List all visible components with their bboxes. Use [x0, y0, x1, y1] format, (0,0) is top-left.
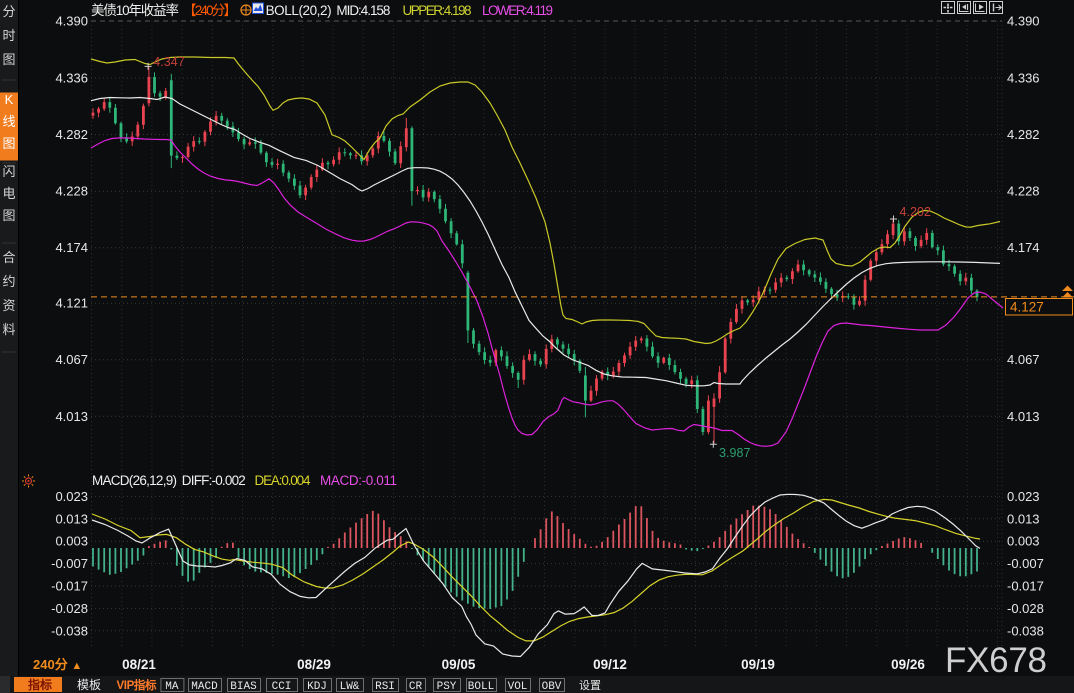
svg-text:-0.028: -0.028 — [1007, 601, 1044, 616]
svg-text:MID:4.158: MID:4.158 — [336, 3, 390, 18]
svg-text:4.067: 4.067 — [1007, 352, 1040, 367]
svg-text:-0.007: -0.007 — [51, 556, 88, 571]
svg-text:0.013: 0.013 — [55, 511, 88, 526]
svg-text:MACD:-0.011: MACD:-0.011 — [320, 473, 397, 488]
svg-text:料: 料 — [2, 322, 15, 337]
svg-text:4.347: 4.347 — [153, 55, 185, 69]
svg-text:美债10年收益率: 美债10年收益率 — [91, 2, 179, 18]
svg-text:BIAS: BIAS — [230, 681, 257, 693]
svg-text:VOL: VOL — [508, 681, 528, 693]
svg-text:图: 图 — [2, 208, 15, 223]
svg-text:PSY: PSY — [437, 681, 457, 693]
svg-text:VIP指标: VIP指标 — [117, 678, 158, 692]
svg-text:240分 ▲: 240分 ▲ — [33, 657, 82, 672]
svg-text:-0.017: -0.017 — [51, 579, 88, 594]
svg-text:0.003: 0.003 — [55, 534, 88, 549]
svg-text:0.013: 0.013 — [1007, 511, 1040, 526]
svg-text:4.013: 4.013 — [1007, 409, 1040, 424]
svg-text:KDJ: KDJ — [307, 681, 327, 693]
svg-text:约: 约 — [2, 274, 15, 289]
svg-text:4.336: 4.336 — [1007, 71, 1040, 86]
svg-text:模板: 模板 — [77, 678, 101, 692]
svg-text:-0.028: -0.028 — [51, 601, 88, 616]
svg-text:4.228: 4.228 — [1007, 184, 1040, 199]
svg-text:4.127: 4.127 — [1010, 300, 1044, 315]
svg-text:4.390: 4.390 — [55, 14, 88, 29]
svg-text:08/29: 08/29 — [297, 657, 331, 672]
svg-text:-0.017: -0.017 — [1007, 579, 1044, 594]
svg-text:FX678: FX678 — [945, 641, 1047, 680]
svg-text:分: 分 — [2, 4, 15, 19]
svg-text:4.121: 4.121 — [55, 296, 88, 311]
svg-text:K: K — [5, 92, 14, 107]
svg-text:LW&: LW& — [340, 681, 360, 693]
svg-text:0.003: 0.003 — [1007, 534, 1040, 549]
svg-text:MACD(26,12,9): MACD(26,12,9) — [92, 473, 177, 488]
svg-text:RSI: RSI — [375, 681, 395, 693]
svg-text:-0.038: -0.038 — [51, 623, 88, 638]
svg-text:MA: MA — [165, 681, 179, 693]
svg-text:4.282: 4.282 — [55, 127, 88, 142]
svg-text:资: 资 — [2, 298, 15, 313]
svg-text:4.336: 4.336 — [55, 71, 88, 86]
svg-text:0.023: 0.023 — [55, 489, 88, 504]
svg-text:09/26: 09/26 — [891, 657, 925, 672]
svg-text:4.282: 4.282 — [1007, 127, 1040, 142]
svg-text:3.987: 3.987 — [719, 446, 751, 460]
svg-text:时: 时 — [2, 28, 15, 43]
svg-text:DIFF:-0.002: DIFF:-0.002 — [182, 473, 246, 488]
svg-text:4.174: 4.174 — [1007, 240, 1040, 255]
svg-text:图: 图 — [2, 52, 15, 67]
svg-text:08/21: 08/21 — [122, 657, 156, 672]
svg-text:合: 合 — [2, 250, 15, 265]
svg-text:LOWER:4.119: LOWER:4.119 — [482, 3, 553, 18]
svg-text:设置: 设置 — [579, 679, 601, 693]
svg-text:4.202: 4.202 — [900, 205, 932, 219]
svg-text:BOLL: BOLL — [468, 681, 494, 693]
svg-text:UPPER:4.198: UPPER:4.198 — [403, 3, 472, 18]
svg-text:09/12: 09/12 — [593, 657, 627, 672]
svg-text:BOLL(20,2): BOLL(20,2) — [266, 3, 332, 18]
svg-text:4.390: 4.390 — [1007, 14, 1040, 29]
svg-text:指标: 指标 — [28, 677, 52, 692]
svg-text:4.013: 4.013 — [55, 409, 88, 424]
svg-text:CCI: CCI — [272, 681, 292, 693]
svg-text:DEA:0.004: DEA:0.004 — [255, 473, 311, 488]
svg-text:09/05: 09/05 — [442, 657, 476, 672]
svg-text:4.228: 4.228 — [55, 184, 88, 199]
svg-text:-0.038: -0.038 — [1007, 623, 1044, 638]
svg-text:4.067: 4.067 — [55, 352, 88, 367]
svg-text:线: 线 — [2, 114, 15, 129]
svg-text:CR: CR — [409, 681, 423, 693]
svg-text:-0.007: -0.007 — [1007, 556, 1044, 571]
svg-text:09/19: 09/19 — [741, 657, 775, 672]
svg-text:电: 电 — [2, 186, 15, 201]
svg-text:【240分】: 【240分】 — [183, 3, 237, 18]
svg-text:图: 图 — [2, 136, 15, 151]
svg-text:OBV: OBV — [542, 681, 562, 693]
svg-text:MACD: MACD — [191, 681, 218, 693]
svg-text:4.174: 4.174 — [55, 240, 88, 255]
svg-text:闪: 闪 — [2, 164, 15, 179]
svg-text:0.023: 0.023 — [1007, 489, 1040, 504]
